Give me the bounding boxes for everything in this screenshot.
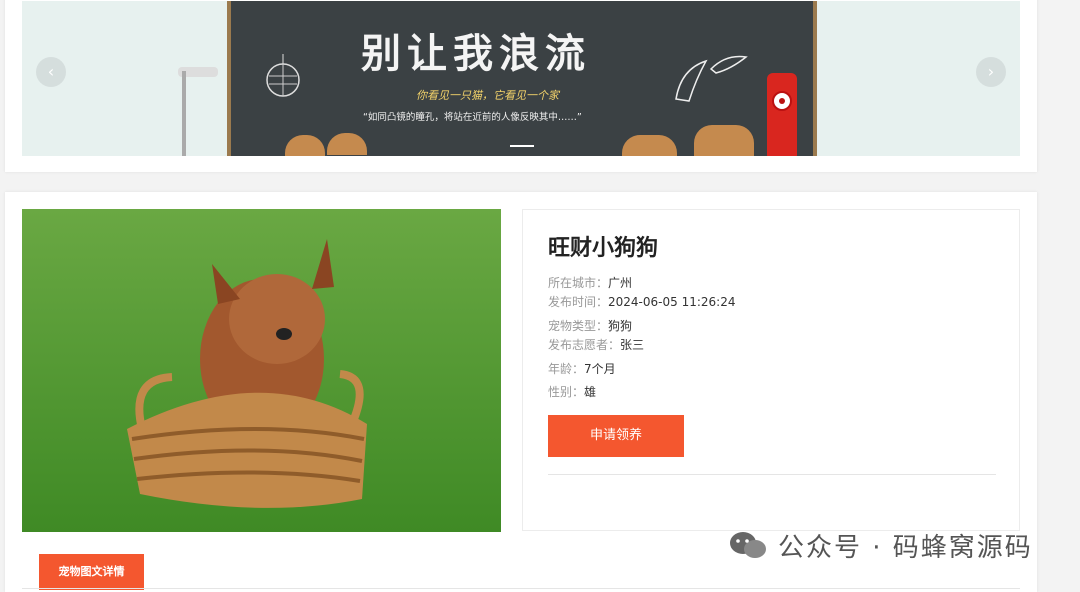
telephone-illustration	[767, 73, 797, 156]
publish-time-label: 发布时间：	[548, 295, 609, 309]
gender-label: 性别：	[548, 385, 585, 399]
pet-name: 旺财小狗狗	[548, 236, 659, 261]
banner-carousel[interactable]: 别让我浪流 你看见一只猫，它看见一个家 “如同凸镜的瞳孔，将站在近前的人像反映其…	[22, 1, 1020, 156]
divider	[548, 474, 996, 475]
volunteer-label: 发布志愿者：	[548, 338, 621, 352]
age-label: 年龄：	[548, 362, 585, 376]
tab-pet-detail[interactable]: 宠物图文详情	[39, 554, 144, 590]
carousel-prev-button[interactable]: ‹	[36, 57, 66, 87]
pet-type-value: 狗狗	[608, 319, 633, 333]
volunteer-row: 发布志愿者：张三	[548, 336, 644, 353]
publish-time-value: 2024-06-05 11:26:24	[608, 295, 736, 309]
chevron-left-icon: ‹	[47, 62, 55, 81]
volunteer-value: 张三	[620, 338, 645, 352]
wings-icon	[675, 55, 748, 102]
age-row: 年龄：7个月	[548, 360, 616, 377]
city-label: 所在城市：	[548, 276, 609, 290]
gender-row: 性别：雄	[548, 383, 596, 400]
pet-info-panel: 旺财小狗狗 所在城市：广州 发布时间：2024-06-05 11:26:24 宠…	[522, 209, 1020, 531]
city-value: 广州	[608, 276, 633, 290]
pet-photo	[22, 209, 501, 532]
chevron-right-icon: ›	[987, 62, 995, 81]
watermark-text: 公众号 · 码蜂窝源码	[778, 532, 1033, 563]
age-value: 7个月	[584, 362, 616, 376]
watermark: 公众号 · 码蜂窝源码	[728, 527, 1033, 563]
pet-type-label: 宠物类型：	[548, 319, 609, 333]
banner-card: 别让我浪流 你看见一只猫，它看见一个家 “如同凸镜的瞳孔，将站在近前的人像反映其…	[5, 0, 1037, 172]
gender-value: 雄	[584, 385, 597, 399]
carousel-indicator[interactable]	[510, 145, 534, 147]
lamp-stand-illustration	[182, 71, 186, 156]
banner-subtitle: 你看见一只猫，它看见一个家	[416, 89, 559, 102]
apply-adopt-button[interactable]: 申请领养	[548, 415, 684, 457]
disco-ball-icon	[266, 54, 300, 97]
banner-quote: “如同凸镜的瞳孔，将站在近前的人像反映其中……”	[363, 112, 582, 123]
publish-time-row: 发布时间：2024-06-05 11:26:24	[548, 293, 735, 310]
wechat-icon	[730, 532, 766, 558]
city-row: 所在城市：广州	[548, 274, 632, 291]
pet-type-row: 宠物类型：狗狗	[548, 317, 632, 334]
carousel-next-button[interactable]: ›	[976, 57, 1006, 87]
cat-illustration	[694, 125, 754, 156]
banner-title: 别让我浪流	[361, 30, 591, 77]
puppy-in-basket-image	[22, 209, 501, 532]
cat-illustration	[622, 135, 677, 156]
